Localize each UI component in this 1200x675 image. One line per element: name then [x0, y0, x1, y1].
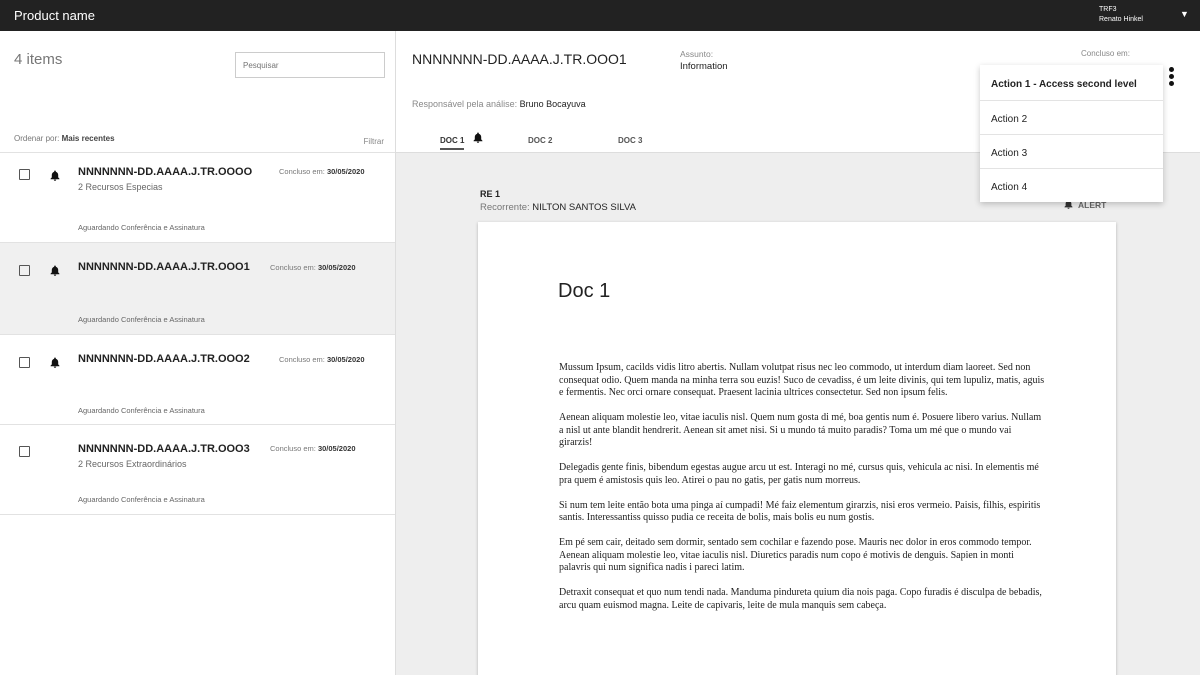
search-input[interactable] [235, 52, 385, 78]
item-date-label: Concluso em: [270, 444, 316, 453]
process-list-panel: 4 items Ordenar por: Mais recentes Filtr… [0, 31, 396, 675]
sort-value[interactable]: Mais recentes [62, 134, 115, 143]
document-page: Doc 1 Mussum Ipsum, cacilds vidis litro … [478, 222, 1116, 675]
document-body: Mussum Ipsum, cacilds vidis litro aberti… [559, 362, 1045, 625]
items-count: 4 items [14, 51, 63, 68]
actions-menu: Action 1 - Access second level Action 2 … [980, 65, 1163, 202]
responsavel: Responsável pela análise: Bruno Bocayuva [412, 99, 586, 109]
chevron-down-icon[interactable]: ▼ [1180, 9, 1189, 19]
user-name: Renato Hinkel [1099, 16, 1143, 23]
paragraph: Mussum Ipsum, cacilds vidis litro aberti… [559, 362, 1045, 398]
item-status: Aguardando Conferência e Assinatura [78, 315, 205, 324]
tab-doc-3[interactable]: DOC 3 [618, 136, 642, 145]
item-subtitle: 2 Recursos Especias [78, 182, 163, 192]
menu-item-action-2[interactable]: Action 2 [980, 101, 1163, 135]
checkbox[interactable] [19, 265, 30, 276]
bell-icon [473, 132, 483, 143]
document-title: Doc 1 [558, 280, 611, 302]
list-item[interactable]: NNNNNNN-DD.AAAA.J.TR.OOOO 2 Recursos Esp… [0, 153, 395, 243]
item-date-label: Concluso em: [279, 167, 325, 176]
bell-icon [50, 357, 60, 368]
responsavel-value: Bruno Bocayuva [519, 99, 586, 109]
checkbox[interactable] [19, 357, 30, 368]
item-status: Aguardando Conferência e Assinatura [78, 223, 205, 232]
item-subtitle: 2 Recursos Extraordinários [78, 459, 187, 469]
paragraph: Aenean aliquam molestie leo, vitae iacul… [559, 412, 1042, 448]
list-item[interactable]: NNNNNNN-DD.AAAA.J.TR.OOO2 Aguardando Con… [0, 335, 395, 425]
item-status: Aguardando Conferência e Assinatura [78, 406, 205, 415]
user-info[interactable]: TRF3 Renato Hinkel [1099, 5, 1143, 25]
re-label: RE 1 [480, 189, 501, 199]
item-date-label: Concluso em: [279, 355, 325, 364]
assunto-label: Assunto: [680, 49, 714, 59]
bell-icon [50, 170, 60, 181]
item-date-label: Concluso em: [270, 263, 316, 272]
item-date: Concluso em: 30/05/2020 [270, 263, 356, 272]
checkbox[interactable] [19, 169, 30, 180]
concluso-label: Concluso em: [1081, 49, 1130, 58]
more-vertical-icon[interactable] [1166, 67, 1176, 89]
item-code: NNNNNNN-DD.AAAA.J.TR.OOO1 [78, 261, 250, 273]
paragraph: Delegadis gente finis, bibendum egestas … [559, 462, 1039, 486]
menu-item-action-3[interactable]: Action 3 [980, 135, 1163, 169]
item-date: Concluso em: 30/05/2020 [279, 355, 365, 364]
list-item[interactable]: NNNNNNN-DD.AAAA.J.TR.OOO3 2 Recursos Ext… [0, 425, 395, 515]
sort-label: Ordenar por: [14, 134, 60, 143]
recorrente-label: Recorrente: [480, 202, 530, 213]
product-name: Product name [14, 8, 95, 23]
filter-button[interactable]: Filtrar [364, 137, 384, 146]
item-date: Concluso em: 30/05/2020 [279, 167, 365, 176]
item-date-value: 30/05/2020 [326, 355, 365, 364]
paragraph: Si num tem leite então bota uma pinga aí… [559, 499, 1041, 524]
user-org: TRF3 [1099, 6, 1117, 13]
detail-code: NNNNNNN-DD.AAAA.J.TR.OOO1 [412, 51, 627, 67]
top-bar: Product name TRF3 Renato Hinkel ▼ [0, 0, 1200, 31]
recorrente-value: NILTON SANTOS SILVA [532, 202, 636, 213]
item-code: NNNNNNN-DD.AAAA.J.TR.OOO2 [78, 353, 250, 365]
menu-item-action-1[interactable]: Action 1 - Access second level [980, 65, 1163, 101]
item-date-value: 30/05/2020 [326, 167, 365, 176]
tab-doc-2[interactable]: DOC 2 [528, 136, 552, 145]
list-item[interactable]: NNNNNNN-DD.AAAA.J.TR.OOO1 Aguardando Con… [0, 243, 395, 335]
assunto: Assunto: Information [680, 48, 728, 73]
responsavel-label: Responsável pela análise: [412, 99, 518, 109]
bell-icon [50, 265, 60, 276]
sort-row: Ordenar por: Mais recentes Filtrar [14, 134, 384, 146]
item-code: NNNNNNN-DD.AAAA.J.TR.OOO3 [78, 443, 250, 455]
paragraph: Em pé sem cair, deitado sem dormir, sent… [559, 537, 1032, 573]
item-date-value: 30/05/2020 [317, 444, 356, 453]
recorrente: Recorrente: NILTON SANTOS SILVA [480, 202, 636, 213]
item-status: Aguardando Conferência e Assinatura [78, 495, 205, 504]
tab-doc-1[interactable]: DOC 1 [440, 136, 465, 150]
paragraph: Detraxit consequat et quo num tendi nada… [559, 587, 1042, 611]
item-date: Concluso em: 30/05/2020 [270, 444, 356, 453]
item-code: NNNNNNN-DD.AAAA.J.TR.OOOO [78, 166, 253, 178]
checkbox[interactable] [19, 446, 30, 457]
menu-item-action-4[interactable]: Action 4 [980, 169, 1163, 203]
item-date-value: 30/05/2020 [317, 263, 356, 272]
assunto-value: Information [680, 61, 728, 72]
